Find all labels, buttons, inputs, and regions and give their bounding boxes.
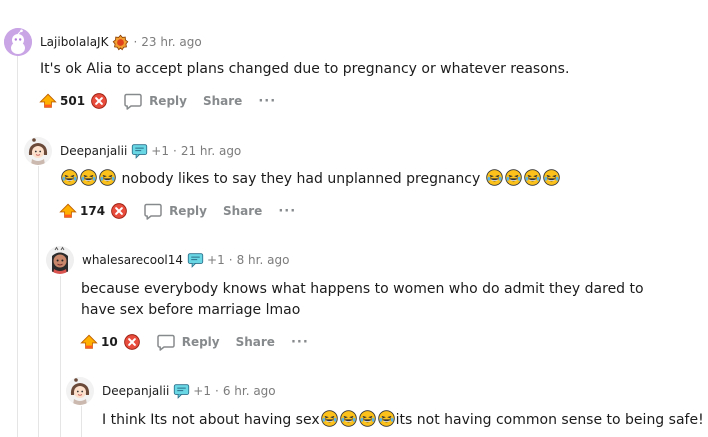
laughing-tears-emoji-icon [340,410,357,427]
upvote-button[interactable] [58,201,78,221]
chat-flair-icon [187,252,204,269]
comment-body: I think Its not about having sex its not … [102,410,708,431]
chat-flair-icon [173,383,190,400]
reply-button[interactable]: Reply [123,91,187,111]
upvote-icon [59,202,77,220]
comment-timestamp[interactable]: 21 hr. ago [181,144,241,158]
downvote-button[interactable] [122,332,142,352]
girl-avatar-icon[interactable] [66,377,94,405]
thread-line[interactable] [17,56,18,437]
reply-label: Reply [149,94,187,108]
reply-button[interactable]: Reply [143,201,207,221]
comment-body-text: nobody likes to say they had unplanned p… [121,171,481,187]
downvote-icon [110,202,128,220]
upvote-button[interactable] [79,332,99,352]
comment-actions: 174 Reply Share ··· [58,200,296,222]
more-options-button[interactable]: ··· [291,335,309,350]
downvote-icon [90,92,108,110]
girl-avatar-icon[interactable] [24,137,52,165]
more-options-button[interactable]: ··· [258,94,276,109]
comment-header: LajibolalaJK · 23 hr. ago [4,28,202,56]
reply-icon [143,201,163,221]
reply-label: Reply [181,335,220,349]
comment-body: because everybody knows what happens to … [81,281,644,318]
downvote-icon [123,333,141,351]
comment-author[interactable]: whalesarecool14 [82,253,183,267]
comment-body: nobody likes to say they had unplanned p… [60,169,561,190]
reply-icon [123,91,143,111]
chat-flair-icon [131,143,148,160]
separator-dot: · [172,144,177,158]
vote-score: 174 [80,204,106,218]
laughing-tears-emoji-icon [61,169,78,186]
comment-body-text: I think Its not about having sex [102,412,320,428]
upvote-icon [39,92,57,110]
comment-actions: 501 Reply Share ··· [38,90,276,112]
comment-author[interactable]: LajibolalaJK [40,35,108,49]
separator-dot: · [228,253,233,267]
laughing-tears-emoji-icon [359,410,376,427]
share-button[interactable]: Share [223,204,262,218]
reply-icon [156,332,176,352]
reply-label: Reply [169,204,207,218]
more-options-button[interactable]: ··· [278,204,296,219]
vote-score: 501 [60,94,86,108]
upvote-button[interactable] [38,91,58,111]
laughing-tears-emoji-icon [543,169,560,186]
comment-body-text: its not having common sense to being saf… [395,412,708,428]
vote-score: 10 [101,335,118,349]
comment-timestamp[interactable]: 6 hr. ago [223,384,276,398]
separator-dot: · [133,35,138,49]
laughing-tears-emoji-icon [524,169,541,186]
flair-plus-count: +1 [193,384,211,398]
comment-timestamp[interactable]: 23 hr. ago [141,35,201,49]
thread-line[interactable] [60,276,61,437]
comment-header: Deepanjalii +1 · 21 hr. ago [24,137,241,165]
share-button[interactable]: Share [236,335,275,349]
comment-header: Deepanjalii +1 · 6 hr. ago [66,377,276,405]
comment-author[interactable]: Deepanjalii [102,384,169,398]
laughing-tears-emoji-icon [99,169,116,186]
laughing-tears-emoji-icon [80,169,97,186]
laughing-tears-emoji-icon [378,410,395,427]
comment-header: whalesarecool14 +1 · 8 hr. ago [46,246,289,274]
laughing-tears-emoji-icon [321,410,338,427]
laughing-tears-emoji-icon [505,169,522,186]
separator-dot: · [214,384,219,398]
flair-plus-count: +1 [207,253,225,267]
comment-timestamp[interactable]: 8 hr. ago [237,253,290,267]
flair-plus-count: +1 [151,144,169,158]
comment-actions: 10 Reply Share ··· [79,331,309,353]
share-button[interactable]: Share [203,94,242,108]
downvote-button[interactable] [89,91,109,111]
award-flair-icon [112,34,129,51]
cartoon-avatar-icon[interactable] [46,246,74,274]
comment-author[interactable]: Deepanjalii [60,144,127,158]
thread-line[interactable] [38,166,39,437]
downvote-button[interactable] [109,201,129,221]
upvote-icon [80,333,98,351]
reply-button[interactable]: Reply [156,332,220,352]
laughing-tears-emoji-icon [486,169,503,186]
snoo-avatar-icon[interactable] [4,28,32,56]
thread-line[interactable] [81,406,82,437]
comment-body: It's ok Alia to accept plans changed due… [40,61,570,77]
